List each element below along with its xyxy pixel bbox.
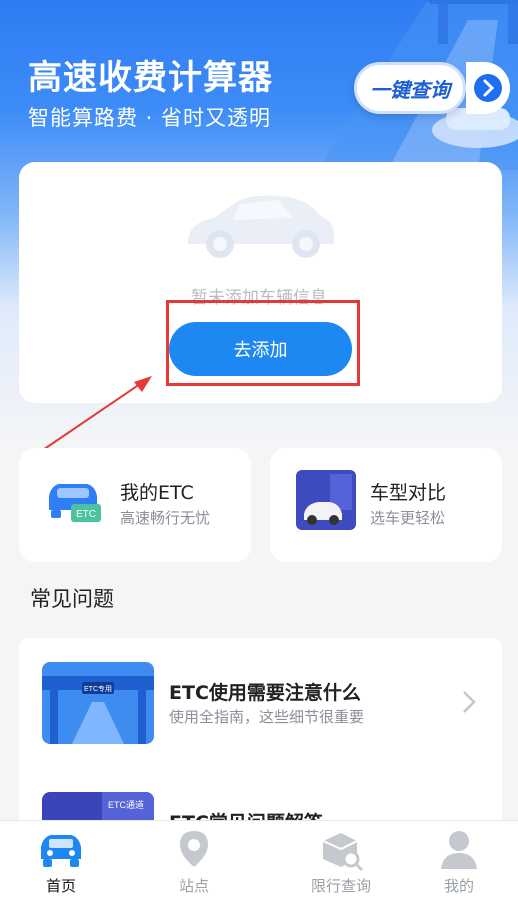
my-etc-title: 我的ETC (120, 482, 194, 504)
my-etc-subtitle: 高速畅行无忧 (120, 509, 211, 527)
faq-section-title: 常见问题 (30, 587, 114, 611)
faq-item[interactable]: ETC专用 ETC使用需要注意什么 使用全指南，这些细节很重要 (19, 638, 502, 748)
chevron-right-icon (463, 691, 476, 713)
etc-car-icon: ETC (49, 484, 101, 522)
car-compare-icon (296, 470, 356, 530)
bottom-tab-bar: 首页 站点 限行查询 我的 (0, 820, 518, 900)
tab-label: 首页 (45, 877, 76, 895)
arrow-right-icon (474, 74, 502, 102)
faq-thumb-label: ETC通道 (108, 799, 144, 810)
location-pin-icon (180, 831, 208, 867)
car-compare-title: 车型对比 (370, 482, 447, 504)
faq-thumbnail: ETC专用 (42, 662, 154, 744)
faq-item[interactable]: ETC通道 ETC常见问题解答 (19, 768, 502, 828)
one-click-query-badge[interactable]: 一键查询 (354, 62, 466, 114)
car-compare-subtitle: 选车更轻松 (370, 509, 446, 527)
my-etc-card[interactable]: ETC 我的ETC 高速畅行无忧 (19, 448, 251, 562)
faq-item-title: ETC使用需要注意什么 (169, 682, 361, 704)
page-title: 高速收费计算器 (28, 58, 273, 98)
tab-stations[interactable]: 站点 (129, 821, 259, 900)
box-search-icon (322, 833, 364, 872)
annotation-highlight-box (166, 300, 360, 386)
tab-home[interactable]: 首页 (0, 821, 126, 900)
faq-list: ETC专用 ETC使用需要注意什么 使用全指南，这些细节很重要 ETC通道 ET… (19, 638, 502, 828)
car-placeholder-icon (188, 195, 334, 258)
faq-thumb-label: ETC专用 (84, 684, 112, 693)
svg-text:ETC: ETC (76, 509, 96, 520)
tab-label: 我的 (443, 877, 474, 895)
tab-label: 站点 (178, 877, 209, 895)
tab-mine[interactable]: 我的 (394, 821, 518, 900)
page-subtitle: 智能算路费 · 省时又透明 (28, 106, 272, 130)
user-icon (441, 831, 477, 869)
tab-label: 限行查询 (310, 877, 371, 895)
car-icon (41, 835, 81, 867)
car-compare-card[interactable]: 车型对比 选车更轻松 (270, 448, 502, 562)
tab-restriction-query[interactable]: 限行查询 (276, 821, 406, 900)
faq-item-subtitle: 使用全指南，这些细节很重要 (169, 708, 365, 726)
